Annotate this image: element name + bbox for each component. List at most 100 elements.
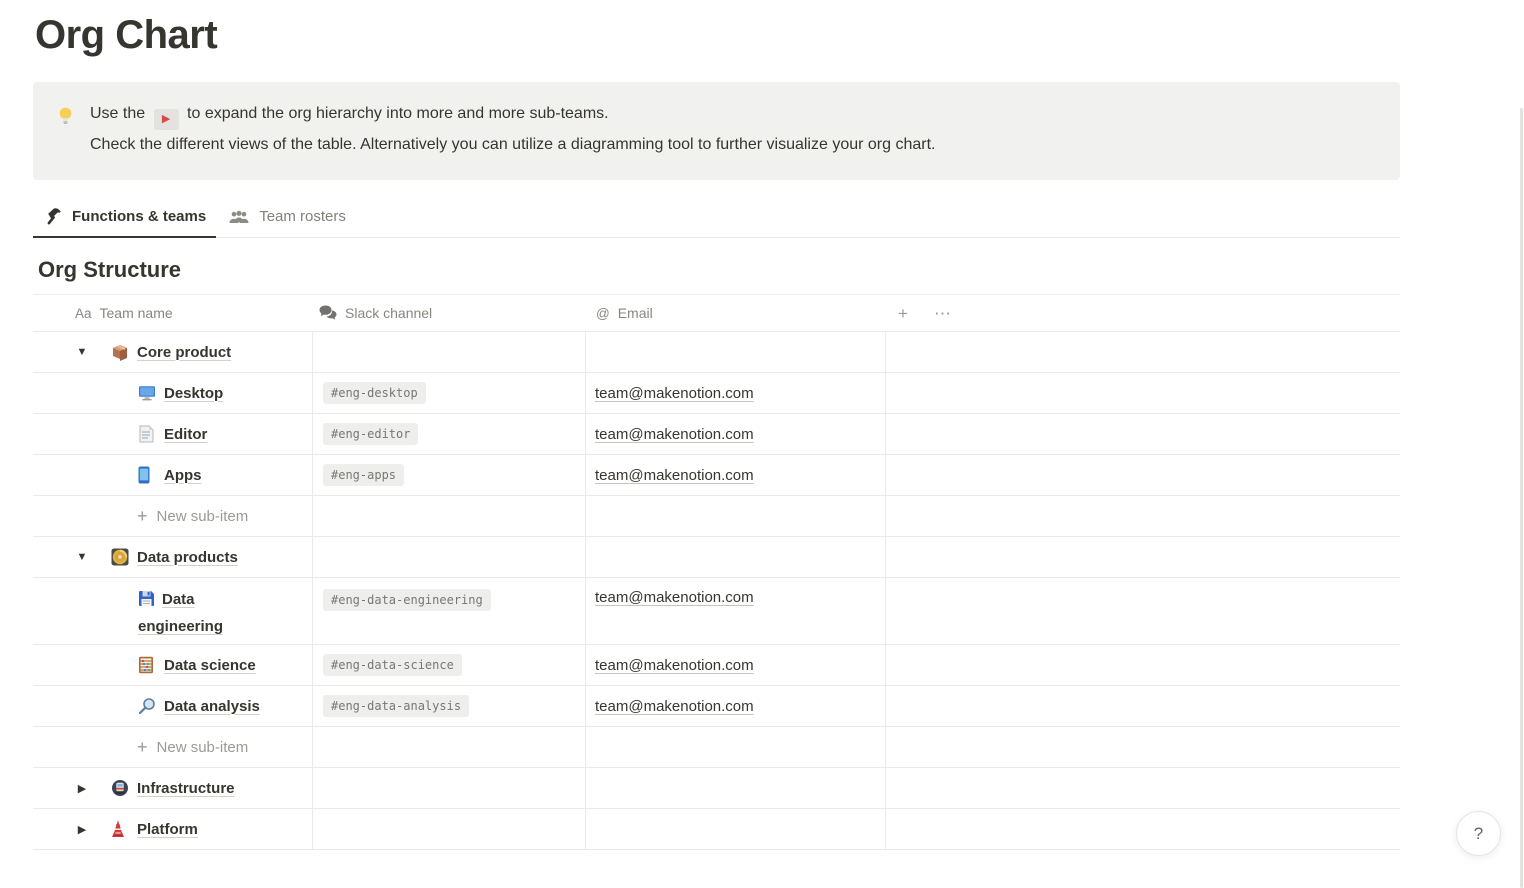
email-link[interactable]: team@makenotion.com bbox=[595, 698, 754, 715]
callout-line-2: Check the different views of the table. … bbox=[90, 130, 935, 160]
view-tabs: Functions & teams Team rosters bbox=[33, 198, 1400, 238]
email-cell[interactable] bbox=[586, 537, 886, 577]
table-row[interactable]: Data science #eng-data-science team@makeno… bbox=[33, 645, 1400, 686]
team-name-cell[interactable]: Data science bbox=[33, 645, 313, 685]
team-name-cell[interactable]: Data engineering bbox=[33, 578, 313, 644]
table-row[interactable]: Data engineering #eng-data-engineering tea… bbox=[33, 578, 1400, 645]
team-name-cell[interactable]: Desktop bbox=[33, 373, 313, 413]
slack-channel-cell[interactable] bbox=[313, 496, 586, 536]
email-link[interactable]: team@makenotion.com bbox=[595, 385, 754, 402]
slack-channel-cell[interactable] bbox=[313, 332, 586, 372]
scrollbar[interactable] bbox=[1520, 108, 1523, 888]
team-name-cell[interactable]: ▼ Data products bbox=[33, 537, 313, 577]
team-name-cell[interactable]: ▶ Infrastructure bbox=[33, 768, 313, 808]
new-sub-item-row[interactable]: + New sub-item bbox=[33, 727, 1400, 768]
email-cell[interactable]: team@makenotion.com bbox=[586, 373, 886, 413]
table-row[interactable]: Data analysis #eng-data-analysis team@make… bbox=[33, 686, 1400, 727]
email-cell[interactable] bbox=[586, 496, 886, 536]
slack-channel-tag: #eng-data-analysis bbox=[323, 695, 469, 717]
slack-channel-tag: #eng-data-science bbox=[323, 654, 462, 676]
team-name-cell[interactable]: ▶ Platform bbox=[33, 809, 313, 849]
toggle-collapsed-icon[interactable]: ▶ bbox=[70, 823, 94, 836]
extra-cell bbox=[886, 578, 1400, 644]
team-name-cell[interactable]: +New sub-item bbox=[33, 496, 313, 536]
slack-channel-tag: #eng-editor bbox=[323, 423, 418, 445]
email-cell[interactable] bbox=[586, 332, 886, 372]
table-row[interactable]: ▶ Infrastructure bbox=[33, 768, 1400, 809]
email-cell[interactable] bbox=[586, 768, 886, 808]
toggle-collapsed-icon[interactable]: ▶ bbox=[70, 782, 94, 795]
column-header-team-name[interactable]: Aa Team name bbox=[33, 305, 313, 321]
team-name-cell[interactable]: + New sub-item bbox=[33, 727, 313, 767]
email-cell[interactable]: team@makenotion.com bbox=[586, 455, 886, 495]
team-name-link[interactable]: Data science bbox=[164, 657, 256, 674]
column-header-email[interactable]: @ Email bbox=[586, 305, 886, 321]
email-link[interactable]: team@makenotion.com bbox=[595, 467, 754, 484]
toggle-expanded-icon[interactable]: ▼ bbox=[70, 346, 94, 358]
slack-channel-cell[interactable]: #eng-data-analysis bbox=[313, 686, 586, 726]
new-sub-item-label[interactable]: New sub-item bbox=[157, 739, 249, 756]
slack-channel-cell[interactable]: #eng-apps bbox=[313, 455, 586, 495]
tab-functions-teams[interactable]: Functions & teams bbox=[33, 207, 216, 237]
email-cell[interactable] bbox=[586, 727, 886, 767]
email-cell[interactable]: team@makenotion.com bbox=[586, 414, 886, 454]
table-row[interactable]: ▶ Platform bbox=[33, 809, 1400, 850]
extra-cell bbox=[886, 332, 1400, 372]
slack-channel-cell[interactable]: #eng-editor bbox=[313, 414, 586, 454]
new-sub-item-label[interactable]: New sub-item bbox=[157, 508, 249, 525]
table-row[interactable]: ▼ Core product bbox=[33, 332, 1400, 373]
extra-cell bbox=[886, 727, 1400, 767]
team-name-cell[interactable]: Data analysis bbox=[33, 686, 313, 726]
table-row[interactable]: Editor #eng-editor team@makenotion.com bbox=[33, 414, 1400, 455]
extra-cell bbox=[886, 414, 1400, 454]
slack-channel-cell[interactable]: #eng-desktop bbox=[313, 373, 586, 413]
new-sub-item-row[interactable]: +New sub-item bbox=[33, 496, 1400, 537]
slack-channel-cell[interactable] bbox=[313, 809, 586, 849]
team-name-link[interactable]: Platform bbox=[137, 821, 198, 838]
tokyo-tower-icon bbox=[111, 820, 129, 838]
help-button[interactable]: ? bbox=[1456, 811, 1501, 856]
extra-cell bbox=[886, 455, 1400, 495]
slack-channel-cell[interactable] bbox=[313, 727, 586, 767]
mobile-phone-icon bbox=[138, 466, 156, 484]
email-cell[interactable]: team@makenotion.com bbox=[586, 686, 886, 726]
email-cell[interactable] bbox=[586, 809, 886, 849]
team-name-link[interactable]: Data products bbox=[137, 549, 238, 566]
column-header-slack-channel[interactable]: Slack channel bbox=[313, 305, 586, 321]
team-name-link[interactable]: Infrastructure bbox=[137, 780, 235, 797]
metro-icon bbox=[111, 779, 129, 797]
team-name-link[interactable]: Apps bbox=[164, 467, 202, 484]
slack-channel-tag: #eng-data-engineering bbox=[323, 589, 491, 611]
email-link[interactable]: team@makenotion.com bbox=[595, 657, 754, 674]
table-header: Aa Team name Slack channel @ Email + ⋯ bbox=[33, 294, 1400, 332]
table-more-options-button[interactable]: ⋯ bbox=[934, 305, 951, 322]
callout: Use the ▶ to expand the org hierarchy in… bbox=[33, 82, 1400, 180]
extra-cell bbox=[886, 645, 1400, 685]
magnifying-glass-icon bbox=[138, 697, 156, 715]
package-icon bbox=[111, 343, 129, 361]
people-icon bbox=[228, 209, 250, 225]
email-link[interactable]: team@makenotion.com bbox=[595, 589, 754, 606]
email-cell[interactable]: team@makenotion.com bbox=[586, 578, 886, 644]
team-name-link[interactable]: Core product bbox=[137, 344, 231, 361]
team-name-link[interactable]: Desktop bbox=[164, 385, 223, 402]
team-name-link[interactable]: Editor bbox=[164, 426, 207, 443]
email-cell[interactable]: team@makenotion.com bbox=[586, 645, 886, 685]
table-row[interactable]: Apps #eng-apps team@makenotion.com bbox=[33, 455, 1400, 496]
team-name-cell[interactable]: Apps bbox=[33, 455, 313, 495]
team-name-link[interactable]: Data analysis bbox=[164, 698, 260, 715]
team-name-cell[interactable]: Editor bbox=[33, 414, 313, 454]
plus-icon: + bbox=[137, 738, 148, 756]
add-column-button[interactable]: + bbox=[898, 305, 908, 322]
slack-channel-cell[interactable] bbox=[313, 768, 586, 808]
table-row[interactable]: ▼ Data products bbox=[33, 537, 1400, 578]
slack-channel-cell[interactable]: #eng-data-engineering bbox=[313, 578, 586, 644]
extra-cell bbox=[886, 496, 1400, 536]
team-name-cell[interactable]: ▼ Core product bbox=[33, 332, 313, 372]
slack-channel-cell[interactable]: #eng-data-science bbox=[313, 645, 586, 685]
tab-team-rosters[interactable]: Team rosters bbox=[217, 208, 356, 237]
toggle-expanded-icon[interactable]: ▼ bbox=[70, 551, 94, 563]
table-row[interactable]: Desktop #eng-desktop team@makenotion.com bbox=[33, 373, 1400, 414]
email-link[interactable]: team@makenotion.com bbox=[595, 426, 754, 443]
slack-channel-cell[interactable] bbox=[313, 537, 586, 577]
